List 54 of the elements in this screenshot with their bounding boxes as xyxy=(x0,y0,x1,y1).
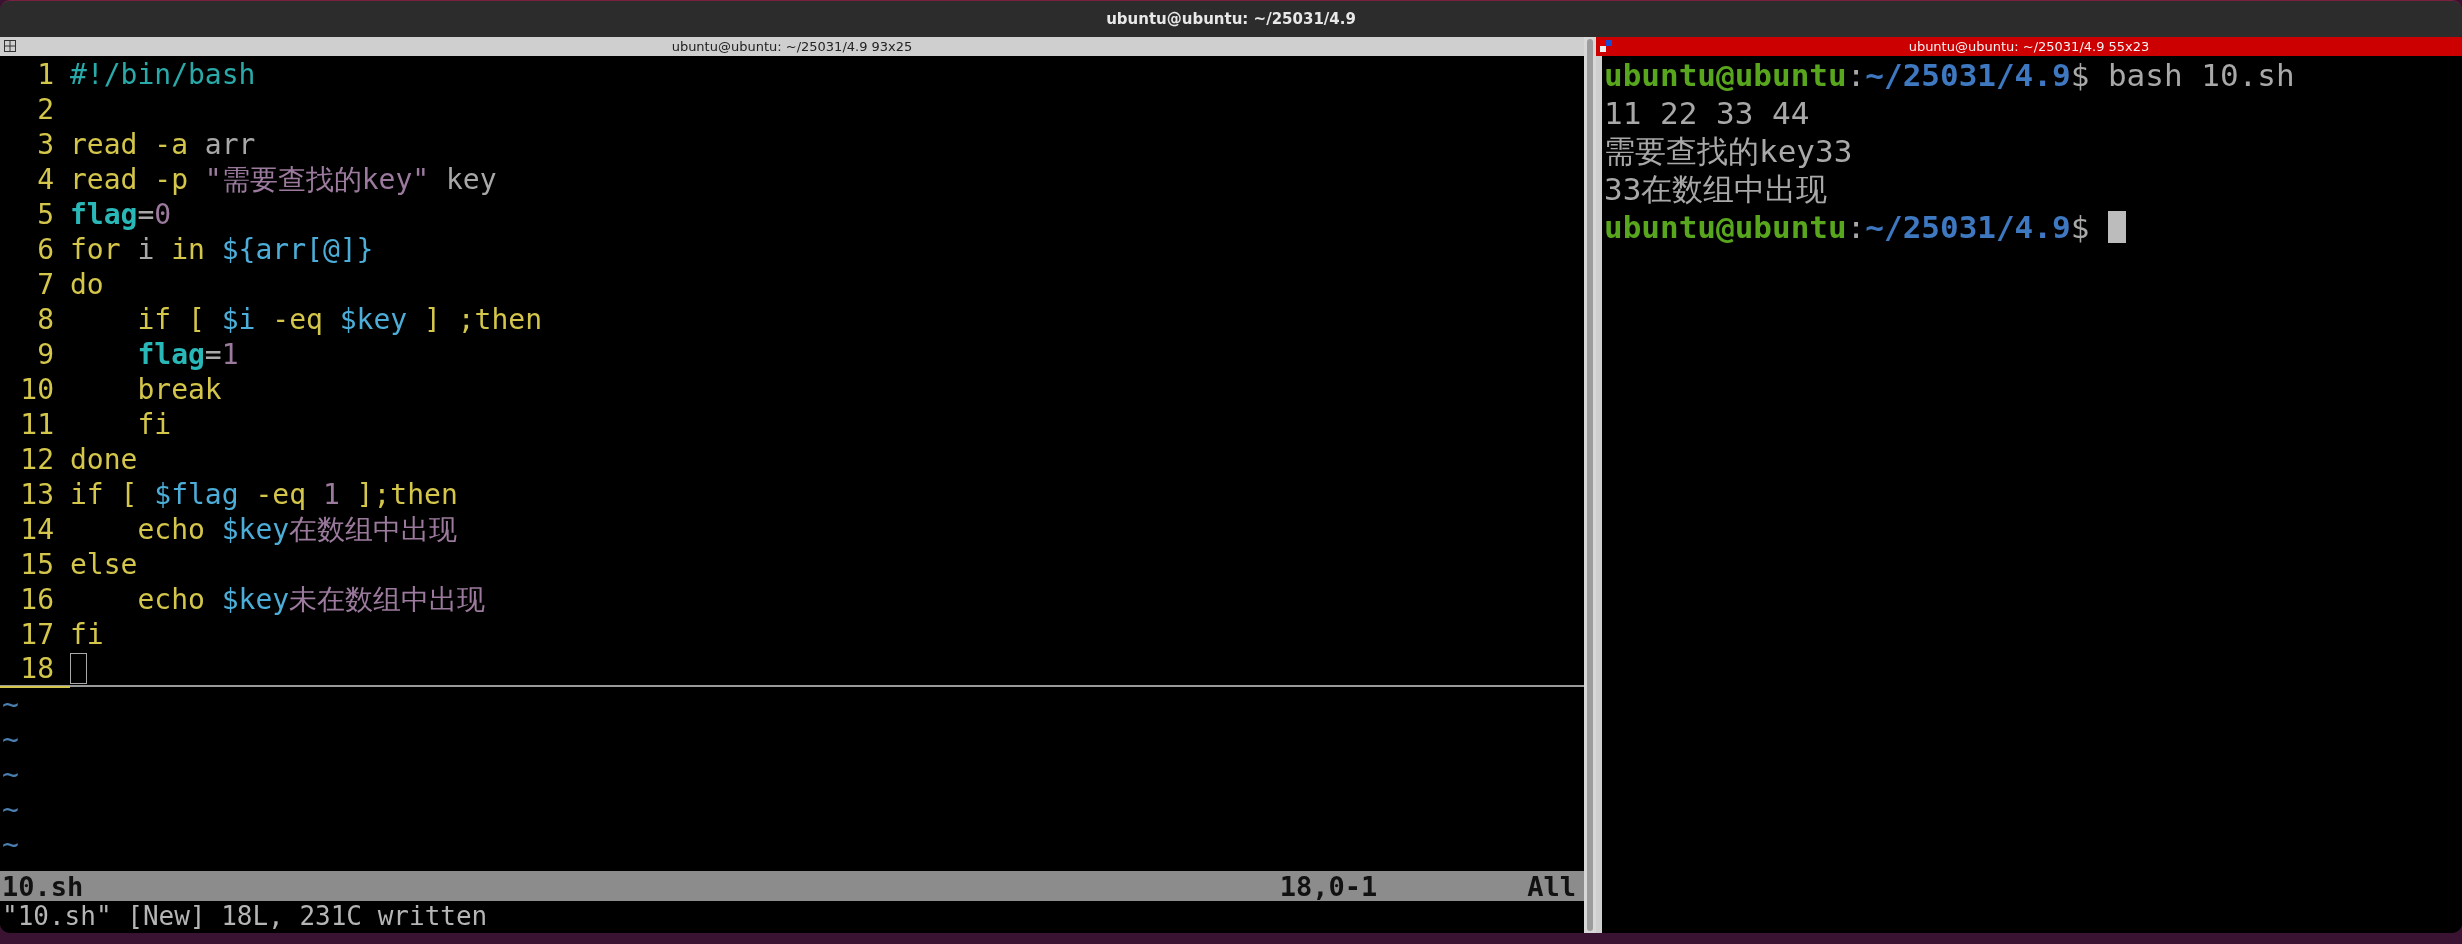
line-number: 9 xyxy=(36,337,55,372)
line-number: 3 xyxy=(36,127,55,162)
code-line: for i in ${arr[@]} xyxy=(70,232,374,267)
cursor-position: 18,0-1 xyxy=(1279,870,1378,902)
line-number: 4 xyxy=(36,162,55,197)
line-number: 11 xyxy=(19,407,55,442)
code-line: read -p "需要查找的key" key xyxy=(70,162,497,197)
code-line: fi xyxy=(136,407,172,442)
line-number: 2 xyxy=(36,92,55,127)
empty-line-marker: ~ xyxy=(1,757,20,792)
line-number: 5 xyxy=(36,197,55,232)
empty-line-marker: ~ xyxy=(1,722,20,757)
scrollbar[interactable] xyxy=(1584,37,1596,933)
code-line: fi xyxy=(70,617,104,652)
empty-line-marker: ~ xyxy=(1,687,20,722)
code-line: echo $key未在数组中出现 xyxy=(136,582,486,617)
empty-line-marker: ~ xyxy=(1,792,20,827)
pane-title: ubuntu@ubuntu: ~/25031/4.9 55x23 xyxy=(1908,39,2150,54)
line-number: 14 xyxy=(19,512,55,547)
line-number: 16 xyxy=(19,582,55,617)
pane-title: ubuntu@ubuntu: ~/25031/4.9 93x25 xyxy=(671,39,913,54)
terminal-line: 11 22 33 44 xyxy=(1604,94,1810,132)
code-line: break xyxy=(136,372,222,407)
empty-line-marker: ~ xyxy=(1,827,20,862)
line-number: 15 xyxy=(19,547,55,582)
code-line: else xyxy=(70,547,138,582)
line-number: 10 xyxy=(19,372,55,407)
code-line: done xyxy=(70,442,138,477)
line-number: 6 xyxy=(36,232,55,267)
line-number: 13 xyxy=(19,477,55,512)
line-number: 17 xyxy=(19,617,55,652)
code-line: read -a arr xyxy=(70,127,256,162)
line-number: 18 xyxy=(0,651,70,688)
code-line: echo $key在数组中出现 xyxy=(136,512,458,547)
layout-icon[interactable] xyxy=(4,40,16,52)
line-number: 1 xyxy=(36,57,55,92)
window-title: ubuntu@ubuntu: ~/25031/4.9 xyxy=(1106,10,1356,28)
code-line: flag=1 xyxy=(136,337,239,372)
code-line: #!/bin/bash xyxy=(70,57,256,92)
code-line: if [ $i -eq $key ] ;then xyxy=(136,302,543,337)
code-line: do xyxy=(70,267,104,302)
message-line: "10.sh" [New] 18L, 231C written xyxy=(1,901,489,933)
terminal-line: 33在数组中出现 xyxy=(1604,170,1828,208)
code-line: if [ $flag -eq 1 ];then xyxy=(70,477,458,512)
line-number: 8 xyxy=(36,302,55,337)
code-line: flag=0 xyxy=(70,197,172,232)
line-number: 7 xyxy=(36,267,55,302)
layout-icon[interactable] xyxy=(1600,40,1612,52)
file-name: 10.sh xyxy=(2,870,85,902)
terminal-line: 需要查找的key33 xyxy=(1604,132,1853,170)
line-number: 12 xyxy=(19,442,55,477)
terminal-line: ubuntu@ubuntu:~/25031/4.9$ bash 10.sh xyxy=(1604,56,2295,94)
terminal-line: ubuntu@ubuntu:~/25031/4.9$ xyxy=(1604,208,2091,246)
scroll-position: All xyxy=(1527,870,1576,902)
